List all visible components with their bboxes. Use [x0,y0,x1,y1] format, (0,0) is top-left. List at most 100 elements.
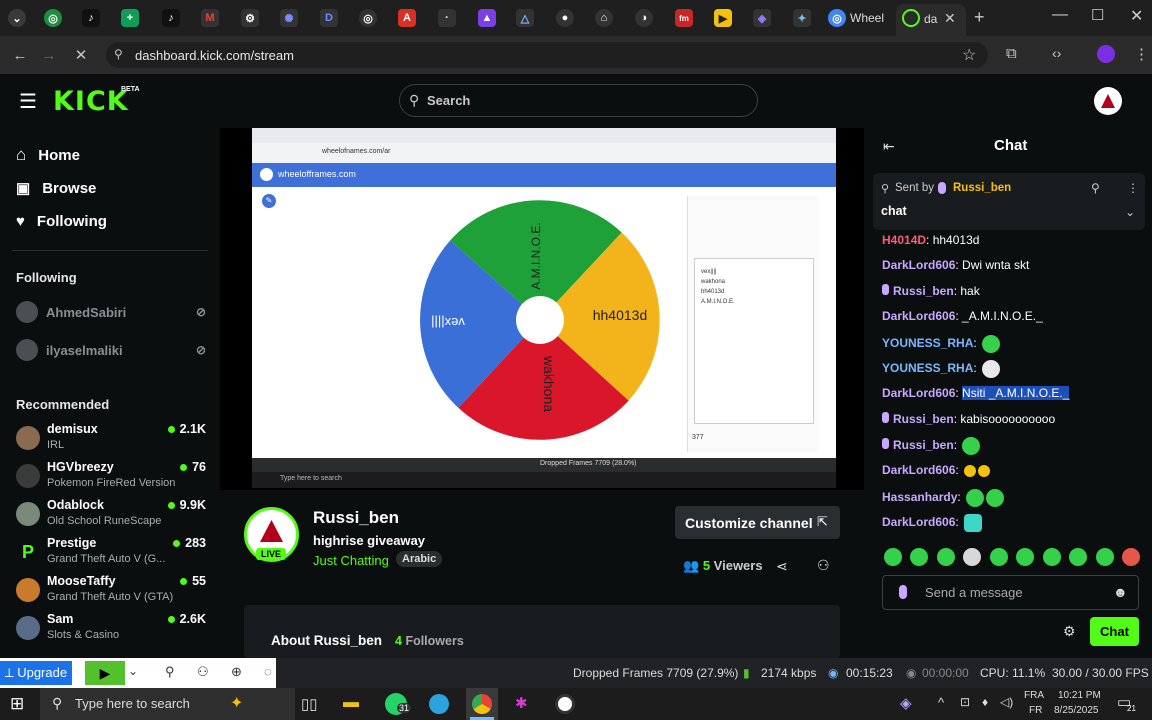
input-language[interactable]: FRA [1024,690,1044,701]
maximize-icon[interactable]: ☐ [1091,6,1104,24]
kick-logo[interactable]: KICK BETA [53,86,140,117]
tab-favicon-icon[interactable]: ⚙ [241,9,259,27]
tray-app-icon[interactable]: ◈ [900,694,912,712]
chat-username[interactable]: H4014D [882,233,926,247]
more-options-icon[interactable]: ⋮ [1127,181,1139,195]
collapse-chat-icon[interactable]: ⇤ [883,138,895,155]
tab-chatgpt-icon[interactable]: ◎ [359,9,377,27]
back-icon[interactable]: ← [9,44,31,66]
stream-category-link[interactable]: Just Chatting [313,553,389,568]
send-chat-button[interactable]: Chat [1090,617,1139,646]
emote-icon[interactable] [884,548,902,566]
sidebar-item-home[interactable]: ⌂ Home [16,145,80,165]
tab-favicon-icon[interactable]: ◈ [753,9,771,27]
customize-channel-button[interactable]: Customize channel ⇱ [675,506,840,539]
follow-user-icon[interactable]: ⚇ [817,557,830,574]
extensions-icon[interactable]: ⧉ [1006,45,1017,62]
tab-tiktok-icon[interactable]: ♪ [162,9,180,27]
chat-username[interactable]: DarkLord606 [882,463,955,477]
windows-start-icon[interactable]: ⊞ [10,694,24,714]
tab-favicon-icon[interactable]: ♪ [82,9,100,27]
emoji-picker-icon[interactable]: ☻ [1113,584,1128,600]
chat-username[interactable]: Russi_ben [893,438,954,452]
file-explorer-icon[interactable]: ▬ [343,694,359,712]
pin-icon[interactable]: ⚲ [1091,181,1100,195]
tab-gemini-icon[interactable]: ✦ [793,9,811,27]
tab-favicon-icon[interactable]: ⌂ [595,9,613,27]
emote-icon[interactable] [989,548,1008,566]
following-channel-row[interactable]: AhmedSabiri ⊘ [16,298,206,326]
chat-username[interactable]: DarkLord606 [882,309,955,323]
clock-time[interactable]: 10:21 PM [1058,690,1101,701]
recommended-channel-row[interactable]: P Prestige Grand Theft Auto V (G... 283 [16,536,206,572]
search-icon[interactable]: ⚲ [165,664,175,680]
sidebar-item-browse[interactable]: ▣ Browse [16,179,96,198]
chat-username[interactable]: DarkLord606 [882,515,955,529]
pinned-message[interactable]: ⚲ Sent by Russi_ben ⚲ ⋮ chat ⌄ [873,173,1145,230]
tab-active[interactable]: da ✕ [896,4,966,36]
chat-username[interactable]: Russi_ben [893,412,954,426]
stream-tag[interactable]: Arabic [396,551,443,567]
sidebar-item-following[interactable]: ♥ Following [16,213,107,230]
obs-icon[interactable] [555,694,575,714]
emote-icon[interactable] [1016,548,1035,566]
user-avatar[interactable] [1094,87,1122,115]
globe-icon[interactable]: ⊕ [231,664,242,680]
tab-sheets-icon[interactable]: + [121,9,139,27]
recommended-channel-row[interactable]: Sam Slots & Casino 2.6K [16,612,206,648]
chat-username[interactable]: DarkLord606 [882,258,955,272]
chat-username[interactable]: DarkLord606 [882,386,955,400]
tab-favicon-icon[interactable]: ◑ [635,9,653,27]
chrome-taskbar-button[interactable] [466,688,498,720]
browser-menu-icon[interactable]: ⋮ [1134,45,1149,63]
tab-gmail-icon[interactable]: M [201,9,219,27]
volume-icon[interactable]: ◁) [1000,695,1013,709]
tab-favicon-icon[interactable]: ◎ [44,9,62,27]
tab-favicon-icon[interactable]: D [320,9,338,27]
tab-search-menu-icon[interactable]: ⌄ [8,9,26,27]
emote-icon[interactable] [936,548,955,566]
tab-github-icon[interactable]: ● [556,9,574,27]
tab-favicon-icon[interactable]: ✺ [280,9,298,27]
chevron-down-icon[interactable]: ⌄ [128,664,138,678]
user-icon[interactable]: ⚇ [197,664,209,680]
recommended-channel-row[interactable]: demisux IRL 2.1K [16,422,206,458]
emote-icon[interactable] [963,548,982,566]
emote-icon[interactable] [1042,548,1061,566]
whatsapp-icon[interactable]: 31 [385,693,412,715]
chat-username[interactable]: Hassanhardy [882,490,957,504]
bell-icon[interactable]: ◌ [264,664,272,679]
emote-icon[interactable] [1121,548,1140,566]
tab-favicon-icon[interactable]: ▲ [478,9,496,27]
chat-message-input[interactable]: Send a message ☻ [882,575,1139,610]
chat-settings-icon[interactable]: ⚙ [1063,623,1076,640]
devtools-icon[interactable]: ‹› [1052,45,1061,61]
tab-favicon-icon[interactable]: ▶ [714,9,732,27]
emote-icon[interactable] [1069,548,1088,566]
tab-favicon-icon[interactable]: fm [675,9,693,27]
tab-wheel[interactable]: ◎ Wheel [822,4,894,32]
following-channel-row[interactable]: ilyaselmaliki ⊘ [16,336,206,364]
close-window-icon[interactable]: ✕ [1130,6,1143,26]
minimize-icon[interactable]: — [1052,6,1068,24]
close-tab-icon[interactable]: ✕ [944,10,956,27]
app-icon[interactable]: ✱ [515,694,528,712]
task-view-icon[interactable]: ▯▯ [301,695,318,713]
chevron-down-icon[interactable]: ⌄ [1125,205,1135,219]
taskbar-search-box[interactable]: ⚲ Type here to search ✦ [40,688,295,720]
forward-icon[interactable]: → [38,44,60,66]
telegram-icon[interactable] [429,694,449,714]
tab-favicon-icon[interactable]: △ [516,9,534,27]
share-icon[interactable]: ⋖ [776,558,788,575]
search-input[interactable]: ⚲ Search [399,84,758,117]
recommended-channel-row[interactable]: Odablock Old School RuneScape 9.9K [16,498,206,534]
play-button[interactable]: ▶ [85,661,125,685]
emote-icon[interactable] [910,548,929,566]
upgrade-button[interactable]: ⟂ Upgrade [0,661,72,685]
tab-favicon-icon[interactable]: · [438,9,456,27]
site-info-icon[interactable]: ⚲ [114,47,123,61]
chat-username[interactable]: Russi_ben [893,284,954,298]
channel-name[interactable]: Russi_ben [313,508,399,528]
recommended-channel-row[interactable]: HGVbreezy Pokemon FireRed Version 76 [16,460,206,496]
bookmark-star-icon[interactable]: ☆ [962,45,976,65]
